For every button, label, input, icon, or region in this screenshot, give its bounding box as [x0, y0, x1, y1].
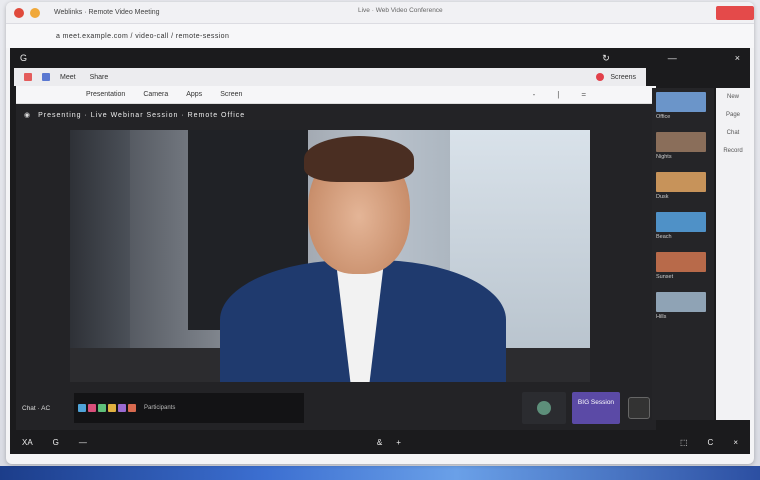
address-bar[interactable]: a meet.example.com / video-call / remote… [6, 24, 754, 48]
thumbnail-caption: Hills [656, 314, 667, 320]
app-top-bar: G ↻ — × [10, 48, 750, 68]
window-icon[interactable]: ⬚ [680, 438, 688, 447]
side-menu-item[interactable]: Chat [716, 130, 750, 136]
list-item[interactable]: Sunset [656, 252, 710, 280]
record-indicator-icon [596, 73, 605, 81]
stage-controls: Chat · AC Participants BIG Session [16, 386, 656, 430]
refresh-icon[interactable]: ↻ [602, 53, 610, 64]
presentation-toolbar: Presentation Camera Apps Screen - | = [16, 86, 656, 104]
side-menu-item[interactable]: Page [716, 112, 750, 118]
end-call-icon[interactable]: × [733, 438, 738, 447]
list-item[interactable]: Office [656, 92, 710, 120]
tab-favicon-icon [30, 7, 40, 18]
thumbnail-caption: Nights [656, 154, 672, 160]
chat-label[interactable]: Chat · AC [22, 405, 74, 412]
list-item[interactable]: Beach [656, 212, 710, 240]
camera-tab[interactable]: Camera [143, 91, 168, 98]
thumbnail-caption: Dusk [656, 194, 669, 200]
screens-label[interactable]: Screens [610, 74, 636, 81]
meeting-app: G ↻ — × Meet Share Screens Presentation … [10, 48, 750, 454]
stage-header: ◉ Presenting · Live Webinar Session · Re… [16, 104, 656, 126]
stream-sidebar: Office Nights Dusk Beach Sunset Hills [652, 88, 714, 420]
video-stage: ◉ Presenting · Live Webinar Session · Re… [16, 104, 656, 430]
browser-window: Weblinks · Remote Video Meeting Live · W… [6, 2, 754, 464]
minimize-icon[interactable]: — [668, 53, 677, 64]
captions-icon[interactable]: C [708, 438, 714, 447]
participant-icon[interactable] [88, 404, 96, 412]
side-menu-item[interactable]: Record [716, 148, 750, 154]
list-item[interactable]: Hills [656, 292, 710, 320]
speaker-hair [304, 136, 414, 182]
presentation-tab[interactable]: Presentation [86, 91, 125, 98]
list-item[interactable]: Nights [656, 132, 710, 160]
thumbnail-image [656, 132, 706, 152]
self-avatar-icon [537, 401, 551, 415]
minimize-panel-icon[interactable]: - [533, 90, 536, 99]
self-view-tile[interactable] [522, 392, 566, 424]
split-view-icon[interactable]: | [557, 90, 559, 99]
close-icon[interactable]: × [735, 53, 740, 64]
participant-icon[interactable] [108, 404, 116, 412]
share-tab[interactable]: Share [90, 74, 109, 81]
thumbnail-image [656, 292, 706, 312]
title-bar: Weblinks · Remote Video Meeting Live · W… [6, 2, 754, 24]
window-title: Weblinks · Remote Video Meeting [54, 9, 160, 16]
thumbnail-image [656, 252, 706, 272]
thumbnail-caption: Beach [656, 234, 672, 240]
reaction-icon[interactable]: & [377, 438, 382, 447]
tab-title[interactable]: Live · Web Video Conference [358, 7, 443, 14]
participant-strip[interactable]: Participants [74, 393, 304, 423]
main-panel: Presentation Camera Apps Screen - | = ◉ … [16, 86, 656, 430]
participant-icon[interactable] [118, 404, 126, 412]
translate-icon[interactable]: XA [22, 438, 33, 447]
add-icon[interactable]: + [396, 438, 401, 447]
stage-ticker: Presenting · Live Webinar Session · Remo… [38, 111, 246, 119]
thumbnail-image [656, 172, 706, 192]
side-menu-item[interactable]: New [716, 94, 750, 100]
thumbnail-image [656, 212, 706, 232]
browser-logo-icon [14, 7, 24, 18]
participant-icon[interactable] [98, 404, 106, 412]
menu-icon[interactable]: = [581, 90, 586, 99]
camera-icon[interactable]: ◉ [24, 111, 30, 119]
participant-icon[interactable] [78, 404, 86, 412]
share-logo-icon [42, 73, 50, 81]
thumbnail-caption: Office [656, 114, 671, 120]
side-menu: New Page Chat Record [716, 88, 750, 420]
settings-icon[interactable]: G [53, 438, 59, 447]
speaker-video[interactable] [70, 130, 590, 382]
more-icon[interactable]: — [79, 438, 87, 447]
fullscreen-icon[interactable] [628, 397, 650, 419]
thumbnail-caption: Sunset [656, 274, 674, 280]
apps-tab[interactable]: Apps [186, 91, 202, 98]
desktop-taskbar [0, 466, 760, 480]
close-window-button[interactable] [716, 6, 754, 20]
bottom-bar: XA G — & + ⬚ C × [10, 430, 750, 454]
session-button[interactable]: BIG Session [572, 392, 620, 424]
meet-tab[interactable]: Meet [60, 74, 76, 81]
thumbnail-image [656, 92, 706, 112]
app-home-icon[interactable]: G [20, 53, 27, 63]
participants-label: Participants [144, 405, 176, 411]
meeting-toolbar: Meet Share Screens [14, 68, 646, 86]
participant-icon[interactable] [128, 404, 136, 412]
video-background-shelf [70, 130, 130, 382]
meet-logo-icon [24, 73, 32, 81]
screen-tab[interactable]: Screen [220, 91, 242, 98]
list-item[interactable]: Dusk [656, 172, 710, 200]
